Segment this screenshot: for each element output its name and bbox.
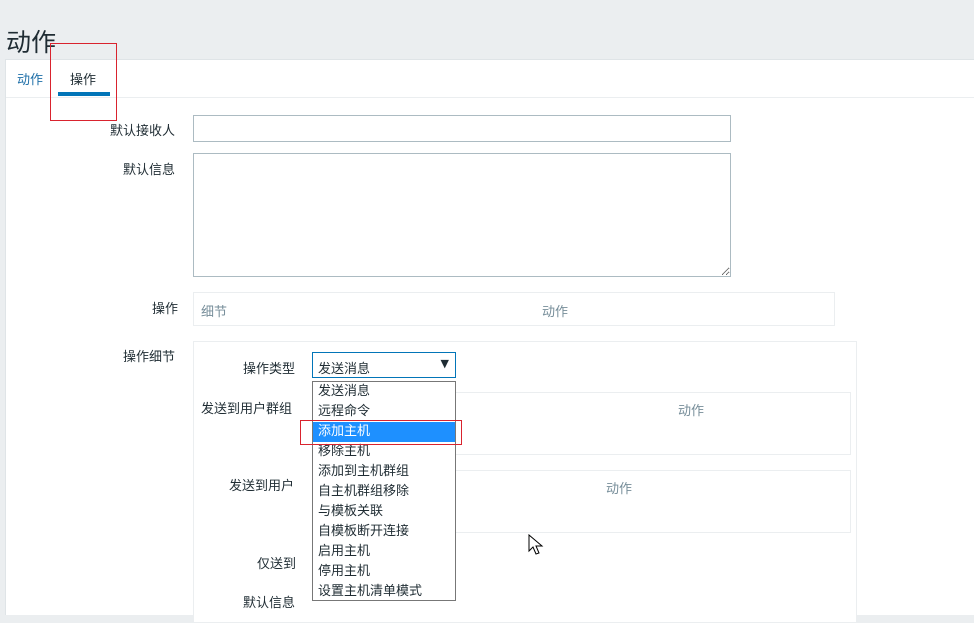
operation-type-select[interactable]: 发送消息 ▼ [312, 352, 456, 378]
operation-details-box: 操作类型 发送到用户群组 动作 发送到用户 动作 仅送到 默认信息 [193, 341, 857, 623]
dropdown-option-add-to-host-group[interactable]: 添加到主机群组 [313, 462, 455, 482]
dropdown-option-set-inventory-mode[interactable]: 设置主机清单模式 [313, 582, 455, 600]
dropdown-option-disable-host[interactable]: 停用主机 [313, 562, 455, 582]
dropdown-option-send-message[interactable]: 发送消息 [313, 382, 455, 402]
tab-operations[interactable]: 操作 [70, 69, 96, 88]
dropdown-option-enable-host[interactable]: 启用主机 [313, 542, 455, 562]
dropdown-option-link-template[interactable]: 与模板关联 [313, 502, 455, 522]
dropdown-option-remote-command[interactable]: 远程命令 [313, 402, 455, 422]
send-to-users-label: 发送到用户 [229, 479, 295, 494]
main-panel: 动作 操作 默认接收人 默认信息 操作 细节 动作 操作细节 操作类型 发送到用… [5, 59, 974, 623]
operations-col-details: 细节 [201, 305, 228, 320]
operation-type-dropdown: 发送消息 远程命令 添加主机 移除主机 添加到主机群组 自主机群组移除 与模板关… [312, 381, 456, 601]
default-message-label: 默认信息 [123, 163, 176, 178]
default-message-textarea[interactable] [193, 153, 731, 277]
dropdown-option-remove-host[interactable]: 移除主机 [313, 442, 455, 462]
operation-details-label: 操作细节 [123, 350, 176, 365]
default-recipient-input[interactable] [193, 115, 731, 142]
tab-actions[interactable]: 动作 [17, 69, 43, 88]
send-to-groups-label: 发送到用户群组 [201, 402, 293, 417]
operations-label: 操作 [152, 302, 179, 317]
send-to-groups-col-action: 动作 [678, 404, 705, 419]
operation-type-value: 发送消息 [318, 362, 371, 377]
mouse-pointer-icon [528, 534, 544, 555]
operations-table: 细节 动作 [193, 292, 835, 326]
triangle-down-icon: ▼ [440, 357, 449, 370]
only-send-to-label: 仅送到 [257, 557, 297, 572]
page-title: 动作 [6, 27, 57, 57]
active-tab-indicator [58, 92, 110, 96]
dropdown-option-add-host[interactable]: 添加主机 [313, 422, 455, 442]
send-to-users-col-action: 动作 [606, 482, 633, 497]
operation-type-label: 操作类型 [243, 362, 296, 377]
dropdown-option-remove-from-host-group[interactable]: 自主机群组移除 [313, 482, 455, 502]
default-info-label: 默认信息 [243, 596, 296, 611]
dropdown-option-unlink-template[interactable]: 自模板断开连接 [313, 522, 455, 542]
tab-bar: 动作 操作 [6, 60, 974, 98]
default-recipient-label: 默认接收人 [110, 124, 176, 139]
operations-col-action: 动作 [542, 305, 569, 320]
